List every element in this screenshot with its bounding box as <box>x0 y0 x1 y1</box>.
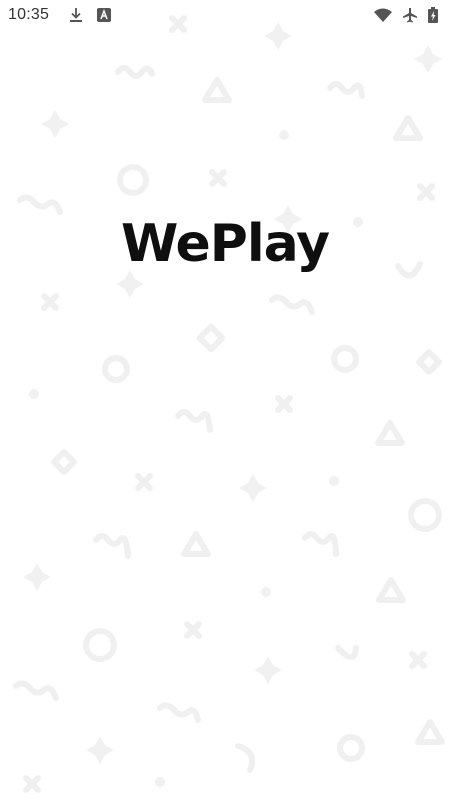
airplane-mode-icon <box>402 7 418 23</box>
app-notification-icon <box>97 8 112 22</box>
status-bar-right <box>364 7 438 23</box>
weplay-logo: WePlay <box>120 214 330 274</box>
status-clock: 10:35 <box>8 6 50 23</box>
background-pattern <box>13 15 445 793</box>
wifi-icon <box>374 8 392 22</box>
status-bar: 10:35 <box>0 0 450 30</box>
battery-charging-icon <box>428 7 438 23</box>
status-bar-left: 10:35 <box>8 6 125 24</box>
download-icon <box>69 7 83 23</box>
